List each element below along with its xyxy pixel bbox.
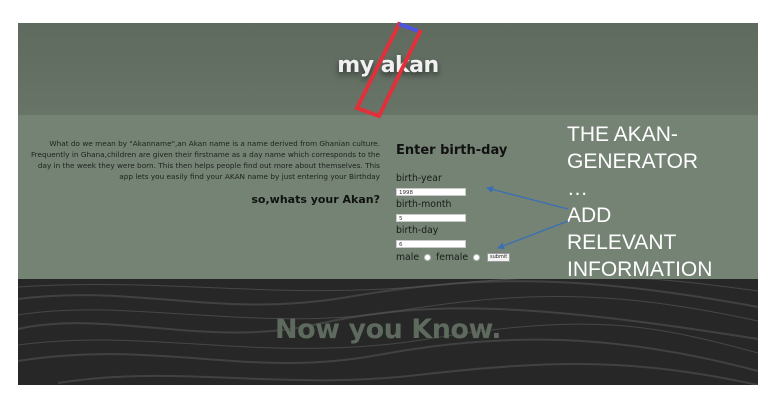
female-label: female [436,252,469,263]
birth-year-label: birth-year [396,173,442,184]
annotation-line: ADD [567,204,612,227]
male-label: male [396,252,420,263]
female-radio[interactable] [473,254,481,261]
form-title: Enter birth-day [396,143,508,158]
annotation-line: RELEVANT [567,231,677,254]
male-radio[interactable] [424,254,432,261]
annotation-line: … [567,177,588,200]
birth-day-label: birth-day [396,225,439,236]
gender-row: male female submit [396,252,511,263]
akan-question: so,whats your Akan? [251,193,380,206]
footer-section: Now you Know. [18,279,758,385]
birth-year-input[interactable]: 1998 [396,188,466,196]
page-title: my akan [337,53,439,78]
annotation-line: THE AKAN- [567,123,678,146]
footer-heading: Now you Know. [275,314,501,345]
annotation-line: INFORMATION [567,258,713,281]
birth-month-label: birth-month [396,199,452,210]
page: my akan What do we mean by "Akanname",an… [18,23,758,385]
birth-month-input[interactable]: 5 [396,214,466,222]
annotation-line: GENERATOR [567,150,699,173]
description-text: What do we mean by "Akanname",an Akan na… [30,139,380,181]
header: my akan [18,23,758,115]
annotation-text: THE AKAN- GENERATOR … ADD RELEVANT INFOR… [567,121,752,283]
submit-button[interactable]: submit [487,253,511,262]
birth-day-input[interactable]: 6 [396,240,466,248]
